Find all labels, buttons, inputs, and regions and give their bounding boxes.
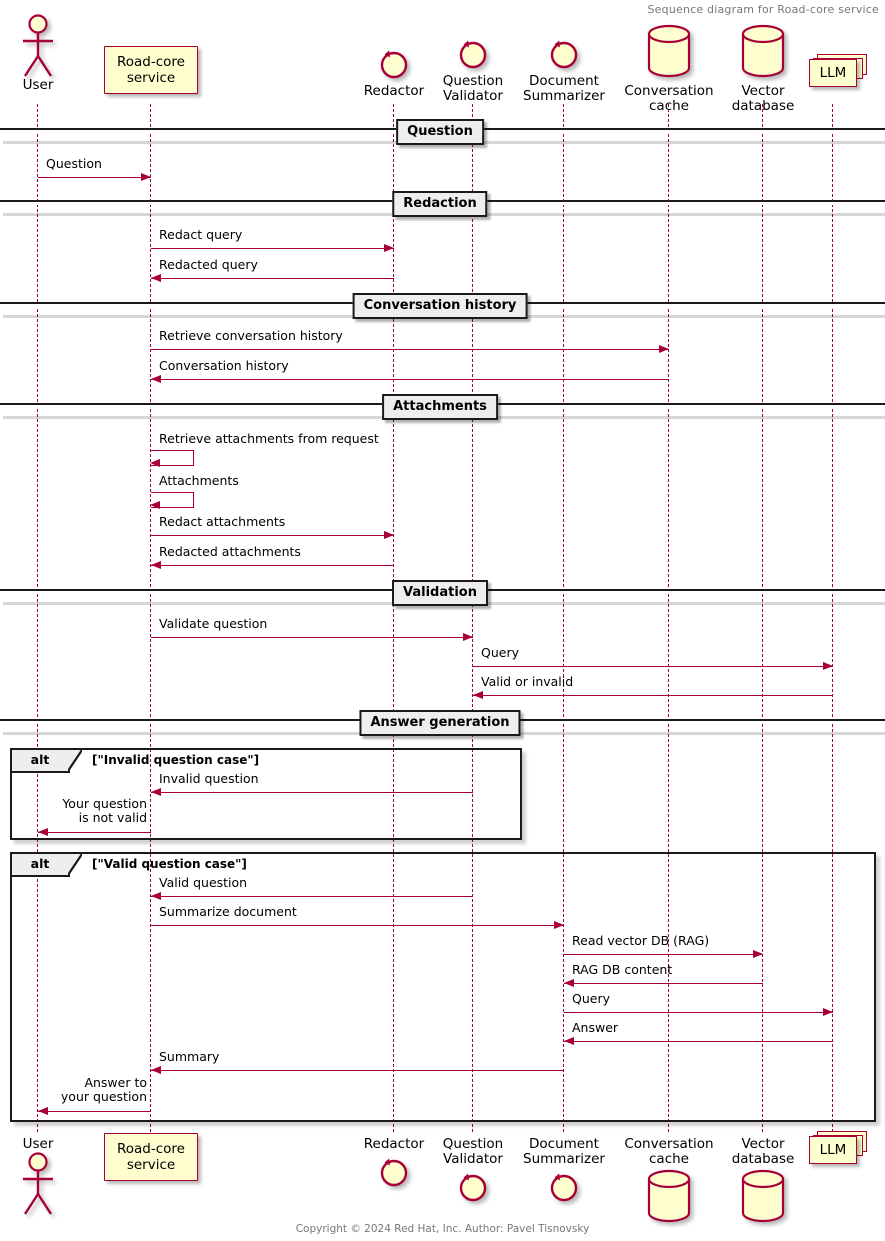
participant-roadcore-foot[interactable]: Road-core service [71,1133,231,1181]
participant-box-roadcore: Road-core service [104,1133,198,1181]
sequence-diagram-canvas: Sequence diagram for Road-core service Q… [0,0,885,1241]
copyright-footer: Copyright © 2024 Red Hat, Inc. Author: P… [295,1223,590,1235]
database-icon-vectordb [683,1167,843,1229]
collections-icon-llm: LLM [753,1131,885,1164]
participant-llm-foot[interactable]: LLM [753,1131,885,1164]
participant-foot-layer: User Road-core service Redactor Question Vali… [0,0,885,1241]
